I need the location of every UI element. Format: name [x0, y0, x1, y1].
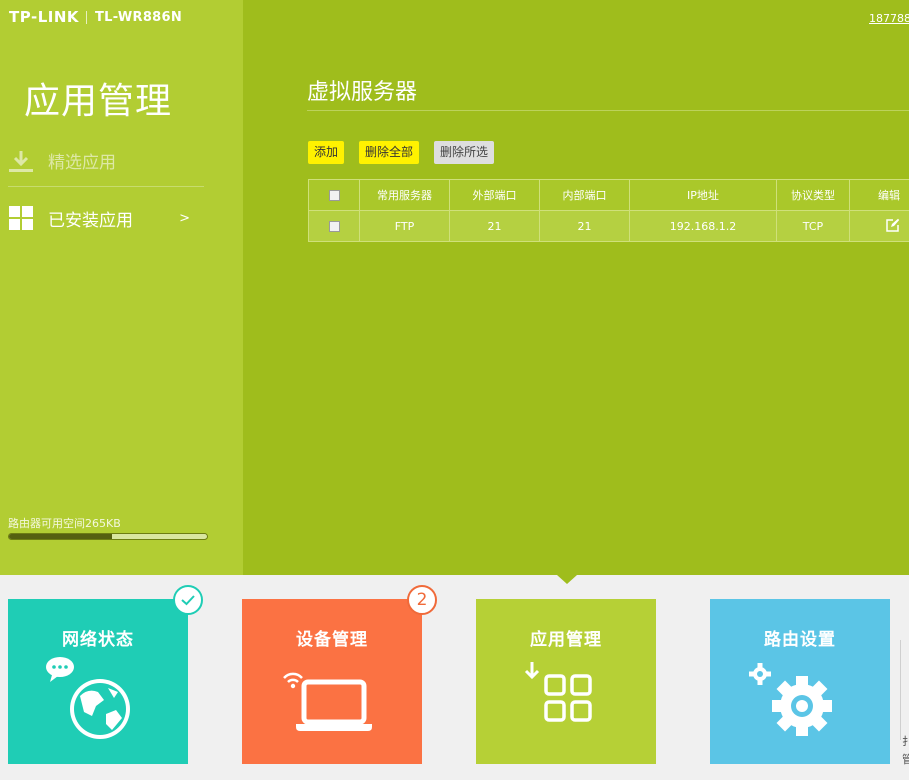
user-account-link[interactable]: 18778889	[869, 12, 909, 25]
sidebar-title: 应用管理	[24, 81, 173, 122]
title-divider	[307, 110, 909, 111]
external-port-cell: 21	[449, 210, 540, 242]
column-header: 内部端口	[539, 179, 630, 211]
grid-icon	[8, 205, 34, 231]
apps-icon	[524, 662, 592, 722]
virtual-server-table: 常用服务器 外部端口 内部端口 IP地址 协议类型 编辑 FTP 21 21 1…	[308, 179, 909, 242]
column-header: 协议类型	[776, 179, 850, 211]
ip-address-cell: 192.168.1.2	[629, 210, 777, 242]
status-ok-badge	[173, 585, 203, 615]
column-header: 编辑	[849, 179, 909, 211]
side-panel-text: 扌 管	[902, 733, 909, 769]
tp-link-logo: TP-LINK	[9, 8, 80, 26]
column-header: 常用服务器	[359, 179, 450, 211]
sidebar-item-label: 精选应用	[48, 153, 116, 173]
tile-application-management[interactable]: 应用管理	[476, 599, 656, 764]
row-checkbox[interactable]	[328, 221, 340, 232]
sidebar-item-featured-apps[interactable]: 精选应用	[8, 141, 204, 187]
row-select-cell	[308, 210, 360, 242]
protocol-cell: TCP	[776, 210, 850, 242]
table-header-row: 常用服务器 外部端口 内部端口 IP地址 协议类型 编辑	[308, 179, 909, 211]
sidebar: TP-LINK TL-WR886N 应用管理 精选应用 已安装应用 > 路由器可…	[0, 0, 243, 575]
storage-progress-bar	[8, 533, 208, 540]
page-title: 虚拟服务器	[307, 80, 418, 105]
storage-progress-fill	[9, 534, 112, 539]
edit-icon[interactable]	[886, 218, 900, 235]
table-row: FTP 21 21 192.168.1.2 TCP	[308, 210, 909, 242]
side-panel-line: 管	[902, 753, 909, 766]
column-header: 外部端口	[449, 179, 540, 211]
select-all-checkbox[interactable]	[328, 190, 340, 201]
gear-icon	[749, 663, 832, 736]
check-icon	[181, 595, 195, 606]
storage-label: 路由器可用空间265KB	[8, 517, 121, 530]
delete-all-button[interactable]: 删除全部	[359, 141, 420, 164]
internal-port-cell: 21	[539, 210, 630, 242]
tile-network-status[interactable]: 网络状态	[8, 585, 203, 764]
column-header: IP地址	[629, 179, 777, 211]
download-icon	[8, 148, 34, 174]
tile-label: 路由设置	[764, 630, 836, 650]
delete-selected-button[interactable]: 删除所选	[434, 141, 495, 164]
globe-icon	[46, 657, 130, 739]
sidebar-item-installed-apps[interactable]: 已安装应用 >	[8, 198, 204, 238]
active-tile-pointer	[557, 575, 577, 584]
server-cell: FTP	[359, 210, 450, 242]
tile-label: 设备管理	[296, 630, 368, 650]
tile-label: 应用管理	[530, 630, 602, 650]
add-button[interactable]: 添加	[308, 141, 345, 164]
tile-label: 网络状态	[62, 630, 134, 650]
device-count-badge: 2	[407, 585, 437, 615]
select-all-cell	[308, 179, 360, 211]
side-panel-edge	[900, 640, 909, 740]
tile-device-management[interactable]: 设备管理 2	[242, 585, 437, 764]
brand-divider	[86, 10, 88, 24]
laptop-icon	[283, 672, 372, 731]
brand-header: TP-LINK TL-WR886N	[9, 8, 182, 26]
chevron-right-icon: >	[179, 210, 190, 226]
router-model: TL-WR886N	[95, 9, 183, 25]
tile-router-settings[interactable]: 路由设置	[710, 599, 890, 764]
side-panel-line: 扌	[902, 735, 909, 748]
edit-cell	[849, 210, 909, 242]
main-panel: TP-LINK TL-WR886N 应用管理 精选应用 已安装应用 > 路由器可…	[0, 0, 909, 575]
sidebar-item-label: 已安装应用	[48, 210, 133, 231]
